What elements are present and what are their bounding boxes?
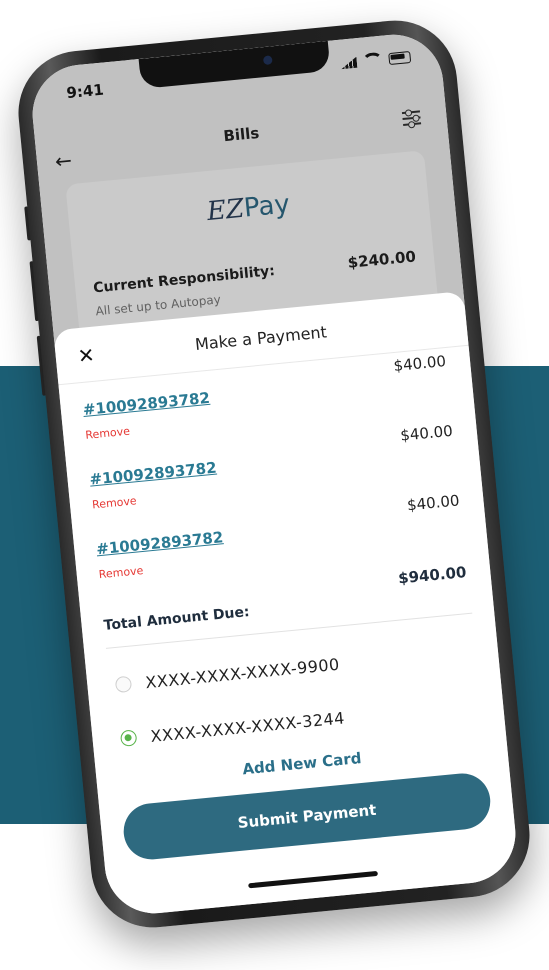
bill-number-link[interactable]: #10092893782 <box>82 389 211 419</box>
remove-bill-button[interactable]: Remove <box>98 564 144 581</box>
phone-mockup: 9:41 ← Bills EZPay Current Responsibilit… <box>12 14 536 934</box>
battery-icon <box>388 51 412 66</box>
bill-amount: $40.00 <box>399 421 454 445</box>
phone-frame: 9:41 ← Bills EZPay Current Responsibilit… <box>12 14 536 934</box>
card-radio[interactable] <box>114 675 133 694</box>
card-radio-selected[interactable] <box>119 729 138 747</box>
bill-number-link[interactable]: #10092893782 <box>96 528 225 558</box>
total-amount: $940.00 <box>397 563 468 588</box>
camera-icon <box>262 55 273 66</box>
wifi-icon <box>362 51 384 70</box>
card-number: XXXX-XXXX-XXXX-3244 <box>149 707 346 746</box>
remove-bill-button[interactable]: Remove <box>92 494 138 511</box>
bill-amount: $40.00 <box>406 491 461 515</box>
total-label: Total Amount Due: <box>103 604 251 634</box>
phone-screen: 9:41 ← Bills EZPay Current Responsibilit… <box>28 30 520 918</box>
status-time: 9:41 <box>65 80 105 103</box>
home-indicator[interactable] <box>248 870 378 889</box>
signal-icon <box>340 57 357 69</box>
remove-bill-button[interactable]: Remove <box>85 425 131 442</box>
bill-amount: $40.00 <box>392 352 447 375</box>
bill-number-link[interactable]: #10092893782 <box>89 459 218 489</box>
payment-sheet: ✕ Make a Payment #10092893782 $40.00 Rem… <box>53 291 520 918</box>
card-number: XXXX-XXXX-XXXX-9900 <box>144 654 341 692</box>
